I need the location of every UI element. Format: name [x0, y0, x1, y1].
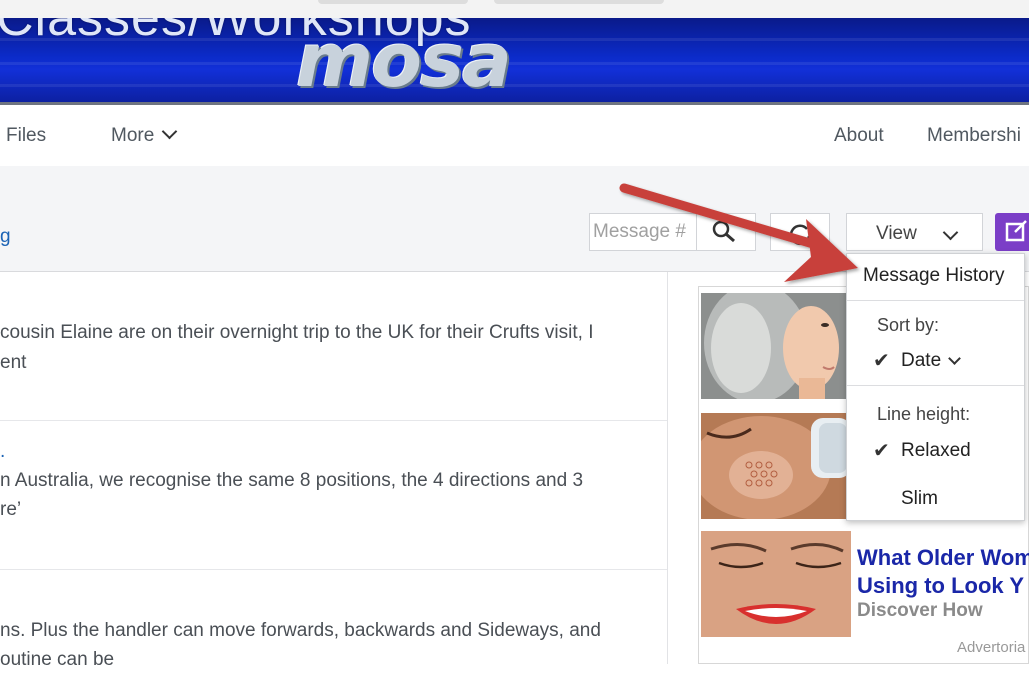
list-item[interactable]: . n Australia, we recognise the same 8 p…	[0, 421, 667, 570]
nav-files-label: Files	[6, 125, 47, 146]
menu-item-sort-date[interactable]: ✔ Date	[847, 348, 1024, 376]
nav-membership[interactable]: Membershi	[927, 125, 1021, 147]
chevron-down-icon	[162, 123, 178, 140]
view-button-label: View	[876, 223, 917, 244]
group-banner: Classes/Workshops mosa	[0, 18, 1029, 104]
tab-indicator	[494, 0, 664, 4]
menu-item-slim[interactable]: Slim	[901, 488, 938, 510]
ad-image-laser-treatment[interactable]	[701, 413, 851, 519]
ad-image-smile[interactable]	[701, 531, 851, 637]
chevron-down-icon	[942, 224, 959, 241]
ad-disclaimer: Advertoria	[957, 639, 1026, 656]
toolbar-link[interactable]: g	[0, 226, 11, 248]
ad-title-line[interactable]: What Older Wom	[857, 543, 1029, 572]
message-snippet: n Australia, we recognise the same 8 pos…	[0, 470, 584, 491]
relaxed-label: Relaxed	[901, 440, 971, 461]
menu-item-message-history[interactable]: Message History	[863, 265, 1029, 287]
compose-button[interactable]	[995, 213, 1029, 251]
mosa-logo: mosa	[296, 18, 512, 104]
compose-icon	[1005, 220, 1027, 242]
message-author-marker: .	[0, 441, 6, 462]
refresh-button[interactable]	[770, 213, 830, 251]
view-button[interactable]: View	[846, 213, 983, 251]
sort-date-label: Date	[901, 350, 942, 371]
checkmark-icon: ✔	[873, 440, 890, 462]
chevron-down-icon	[948, 352, 961, 365]
list-item[interactable]: ns. Plus the handler can move forwards, …	[0, 570, 667, 690]
nav-more[interactable]: More	[111, 123, 178, 147]
message-snippet: cousin Elaine are on their overnight tri…	[0, 322, 594, 343]
group-nav: Files More About Membershi	[0, 105, 1029, 167]
line-height-label: Line height:	[877, 404, 971, 424]
sort-by-label: Sort by:	[877, 315, 940, 335]
nav-about-label: About	[834, 125, 884, 146]
nav-band	[0, 166, 1029, 199]
search-button[interactable]	[697, 213, 756, 251]
refresh-icon	[789, 224, 811, 245]
message-snippet: re’	[0, 499, 22, 520]
ad-title-line[interactable]: Using to Look Y	[857, 571, 1024, 600]
view-dropdown-menu: Message History Sort by: ✔ Date Line hei…	[846, 253, 1025, 521]
search-icon	[712, 220, 735, 243]
message-snippet: outine can be	[0, 649, 115, 670]
browser-top-strip	[0, 0, 1029, 19]
list-item[interactable]: cousin Elaine are on their overnight tri…	[0, 272, 667, 421]
message-snippet: ent	[0, 352, 27, 373]
menu-divider	[847, 385, 1024, 386]
tab-indicator	[318, 0, 468, 4]
message-number-input[interactable]	[589, 213, 697, 251]
menu-item-relaxed[interactable]: ✔ Relaxed	[847, 438, 1024, 466]
nav-about[interactable]: About	[834, 125, 884, 147]
ad-image-grey-hair[interactable]	[701, 293, 851, 399]
checkmark-icon: ✔	[873, 350, 890, 372]
menu-divider	[847, 300, 1024, 301]
message-list: cousin Elaine are on their overnight tri…	[0, 272, 668, 670]
nav-membership-label: Membershi	[927, 125, 1021, 146]
nav-more-label: More	[111, 125, 155, 146]
ad-subtitle[interactable]: Discover How	[857, 600, 983, 622]
message-snippet: ns. Plus the handler can move forwards, …	[0, 620, 601, 641]
nav-files[interactable]: Files	[6, 125, 46, 147]
